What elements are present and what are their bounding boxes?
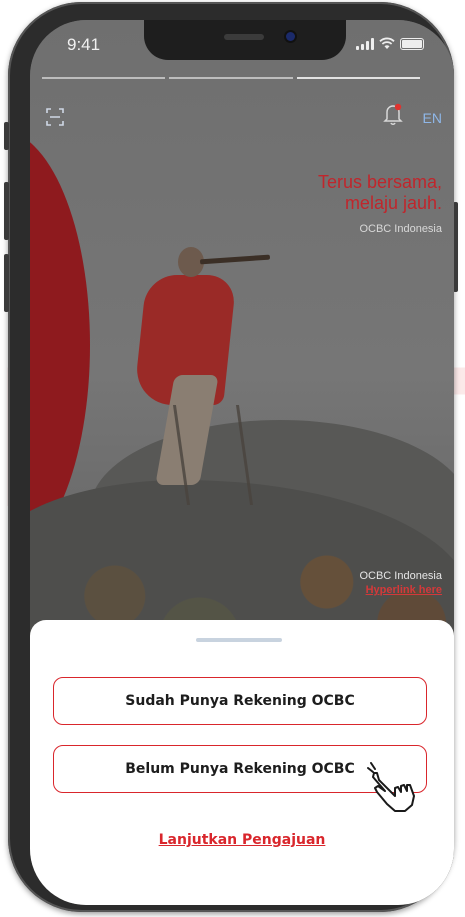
wifi-icon: [379, 37, 395, 50]
notification-bell-icon[interactable]: [382, 102, 404, 126]
speaker-grille: [224, 34, 264, 40]
story-segment: [42, 77, 166, 79]
front-camera: [286, 32, 295, 41]
bottom-sheet-drag-handle[interactable]: [196, 638, 282, 642]
hero-tagline-line1: Terus bersama,: [317, 172, 442, 192]
language-toggle[interactable]: EN: [423, 110, 442, 126]
hero-tagline-line2: melaju jauh.: [344, 193, 442, 213]
continue-application-link[interactable]: Lanjutkan Pengajuan: [30, 832, 454, 848]
volume-up-button: [4, 182, 9, 240]
device-notch: [144, 20, 346, 60]
photo-credit-name: OCBC Indonesia: [359, 570, 442, 582]
hero-text: Terus bersama, melaju jauh. OCBC Indones…: [318, 172, 442, 235]
woman-with-telescope-illustration: [120, 235, 271, 505]
scan-qr-icon[interactable]: [46, 108, 64, 126]
story-segment-active: [296, 77, 420, 79]
cellular-signal-icon: [356, 38, 374, 50]
hero-brand-caption: OCBC Indonesia: [359, 223, 442, 235]
battery-icon: [400, 38, 424, 50]
mute-switch: [4, 122, 9, 150]
status-bar: 9:41: [30, 20, 454, 70]
status-time: 9:41: [67, 35, 101, 54]
top-action-row: EN: [30, 100, 454, 130]
story-segment: [169, 77, 293, 79]
photo-credit-hyperlink[interactable]: Hyperlink here: [359, 583, 442, 597]
story-progress-bar: [42, 77, 420, 79]
existing-account-button[interactable]: Sudah Punya Rekening OCBC: [53, 677, 427, 725]
status-icons: [356, 36, 424, 50]
photo-credit: OCBC Indonesia Hyperlink here: [359, 569, 442, 597]
volume-down-button: [4, 254, 9, 312]
hand-pointer-icon: [365, 760, 421, 816]
